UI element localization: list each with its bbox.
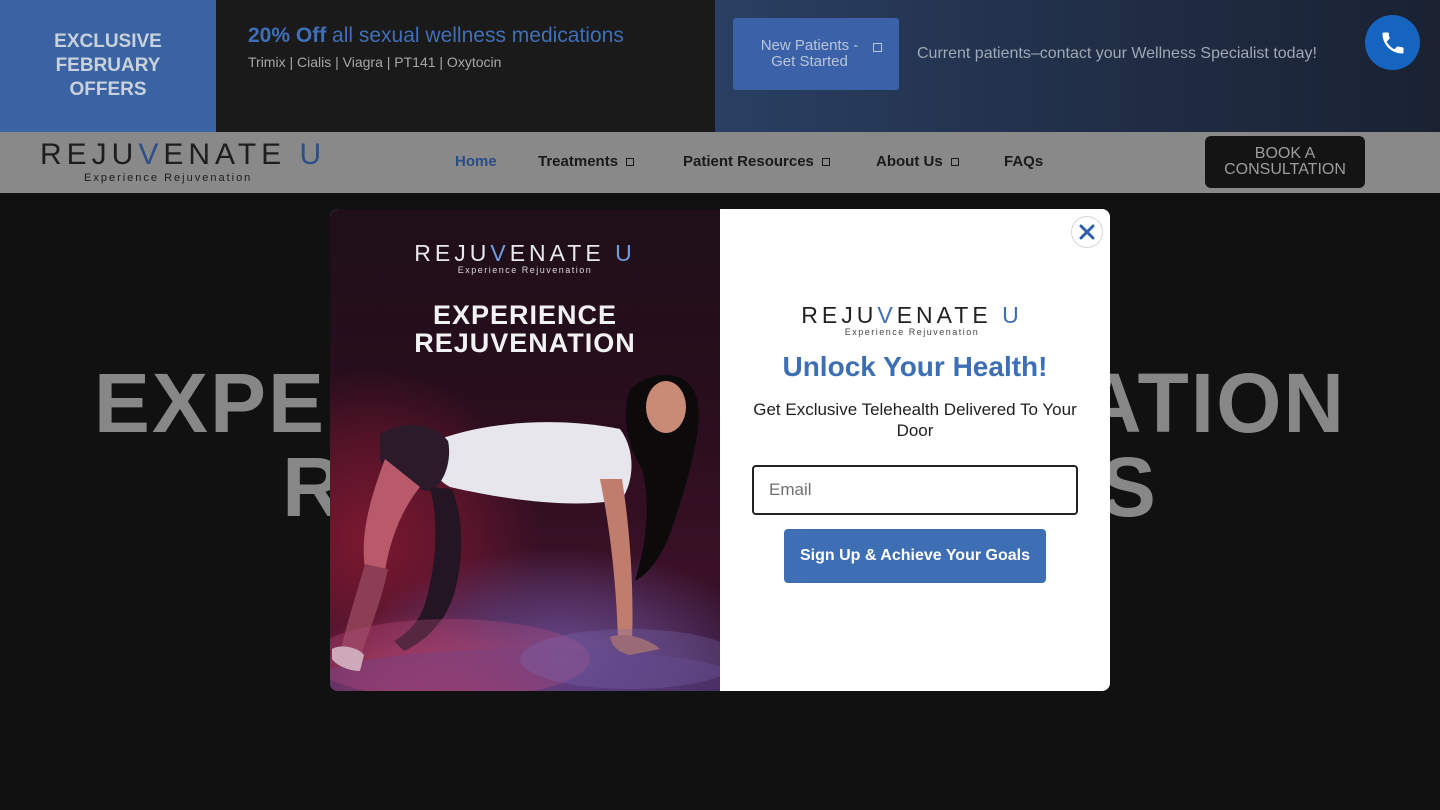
promo-discount: 20% Off (248, 24, 327, 47)
book-consultation-button[interactable]: BOOK A CONSULTATION (1205, 136, 1365, 188)
nav-item-patient-resources[interactable]: Patient Resources (683, 153, 830, 170)
nav-item-label: About Us (876, 153, 943, 170)
dropdown-caret-icon (950, 157, 959, 166)
close-modal-button[interactable] (1071, 216, 1103, 248)
promo-image: REJUVENATE U Experience Rejuvenation EXP… (330, 209, 720, 691)
nav-item-label: FAQs (1004, 153, 1044, 170)
promo-offer-panel: 20% Off all sexual wellness medications … (216, 0, 715, 132)
exclusive-offers-label: EXCLUSIVE FEBRUARY OFFERS (54, 31, 162, 100)
promo-cta-panel: New Patients - Get Started Current patie… (715, 0, 1440, 132)
external-link-icon (872, 42, 882, 52)
site-logo[interactable]: REJUVENATE U Experience Rejuvenation (40, 138, 327, 188)
athlete-illustration (330, 374, 720, 691)
main-nav: REJUVENATE U Experience Rejuvenation Hom… (0, 132, 1440, 193)
promo-headline: 20% Off all sexual wellness medications (248, 24, 624, 48)
nav-item-label: Home (455, 153, 497, 170)
nav-item-label: Patient Resources (683, 153, 814, 170)
signup-button[interactable]: Sign Up & Achieve Your Goals (784, 529, 1046, 583)
form-logo: REJUVENATE U Experience Rejuvenation (720, 303, 1104, 337)
image-logo-tagline: Experience Rejuvenation (457, 265, 593, 275)
promo-bar: EXCLUSIVE FEBRUARY OFFERS 20% Off all se… (0, 0, 1440, 132)
signup-modal: REJUVENATE U Experience Rejuvenation EXP… (330, 209, 1110, 691)
phone-icon (1382, 32, 1403, 53)
nav-item-label: Treatments (538, 153, 619, 170)
nav-item-home[interactable]: Home (455, 153, 497, 170)
image-headline: EXPERIENCE REJUVENATION (414, 300, 636, 358)
modal-title: Unlock Your Health! (782, 351, 1048, 382)
exclusive-offers-panel: EXCLUSIVE FEBRUARY OFFERS (0, 0, 216, 132)
logo-wordmark: REJUVENATE U (40, 138, 327, 171)
nav-item-treatments[interactable]: Treatments (538, 153, 635, 170)
close-icon (1079, 224, 1095, 240)
promo-medications-list: Trimix | Cialis | Viagra | PT141 | Oxyto… (248, 54, 502, 70)
new-patients-label: New Patients - Get Started (760, 37, 859, 70)
nav-item-faqs[interactable]: FAQs (1004, 153, 1043, 170)
image-logo: REJUVENATE U Experience Rejuvenation (330, 241, 720, 275)
modal-subtitle: Get Exclusive Telehealth Delivered To Yo… (753, 400, 1077, 440)
signup-form-panel: REJUVENATE U Experience Rejuvenation Unl… (720, 209, 1110, 691)
email-input[interactable] (752, 465, 1078, 515)
dropdown-caret-icon (626, 157, 635, 166)
logo-tagline: Experience Rejuvenation (84, 172, 253, 184)
promo-headline-rest: all sexual wellness medications (326, 24, 624, 47)
dropdown-caret-icon (821, 157, 830, 166)
phone-call-button[interactable] (1365, 15, 1420, 70)
current-patients-text: Current patients–contact your Wellness S… (917, 45, 1317, 62)
nav-item-about-us[interactable]: About Us (876, 153, 959, 170)
form-logo-tagline: Experience Rejuvenation (844, 327, 980, 337)
new-patients-button[interactable]: New Patients - Get Started (733, 18, 899, 90)
